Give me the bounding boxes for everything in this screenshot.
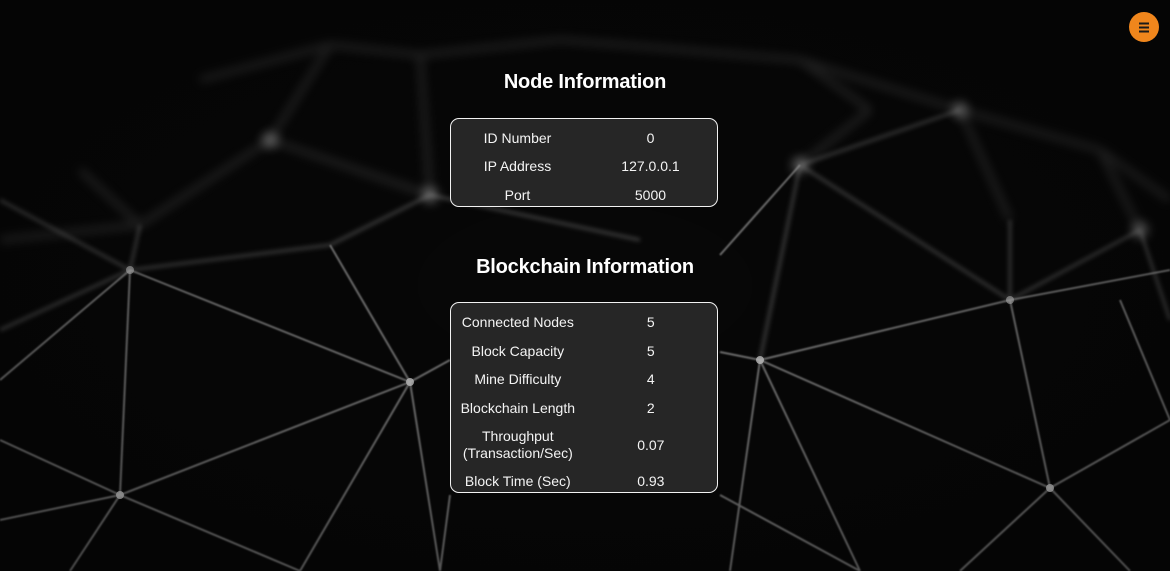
row-value: 5 <box>646 313 655 330</box>
table-row: Block Time (Sec) 0.93 <box>451 467 717 496</box>
blockchain-information-panel: Connected Nodes 5 Block Capacity 5 Mine … <box>450 302 718 493</box>
row-label: IP Address <box>483 158 552 175</box>
row-label: Block Time (Sec) <box>464 473 571 490</box>
row-value: 127.0.0.1 <box>621 158 680 175</box>
node-information-panel: ID Number 0 IP Address 127.0.0.1 Port 50… <box>450 118 718 207</box>
row-label-line: Throughput <box>482 428 554 445</box>
table-row: Connected Nodes 5 <box>451 308 717 337</box>
row-value: 5 <box>646 342 655 359</box>
row-label: ID Number <box>483 129 552 146</box>
table-row: Port 5000 <box>451 181 717 210</box>
blockchain-information-table: Connected Nodes 5 Block Capacity 5 Mine … <box>451 308 717 496</box>
row-value: 4 <box>646 371 655 388</box>
node-information-title: Node Information <box>503 71 667 93</box>
row-label: Mine Difficulty <box>474 371 562 388</box>
blockchain-information-title: Blockchain Information <box>476 256 694 278</box>
row-value: 5000 <box>634 186 667 203</box>
menu-button[interactable] <box>1129 12 1159 42</box>
hamburger-menu-icon <box>1139 22 1149 32</box>
row-label-line: (Transaction/Sec) <box>462 445 573 462</box>
table-row: Block Capacity 5 <box>451 337 717 366</box>
row-value: 2 <box>646 400 655 417</box>
table-row: IP Address 127.0.0.1 <box>451 153 717 182</box>
row-value: 0.93 <box>637 473 665 490</box>
row-value: 0 <box>646 129 655 146</box>
row-label: Block Capacity <box>471 342 565 359</box>
table-row: Throughput (Transaction/Sec) 0.07 <box>451 423 717 467</box>
row-label: Blockchain Length <box>460 400 576 417</box>
row-value: 0.07 <box>637 436 665 453</box>
node-information-table: ID Number 0 IP Address 127.0.0.1 Port 50… <box>451 124 717 210</box>
row-label: Connected Nodes <box>461 313 574 330</box>
row-label: Throughput (Transaction/Sec) <box>451 423 585 467</box>
table-row: Mine Difficulty 4 <box>451 366 717 395</box>
table-row: ID Number 0 <box>451 124 717 153</box>
row-label: Port <box>504 186 531 203</box>
table-row: Blockchain Length 2 <box>451 394 717 423</box>
